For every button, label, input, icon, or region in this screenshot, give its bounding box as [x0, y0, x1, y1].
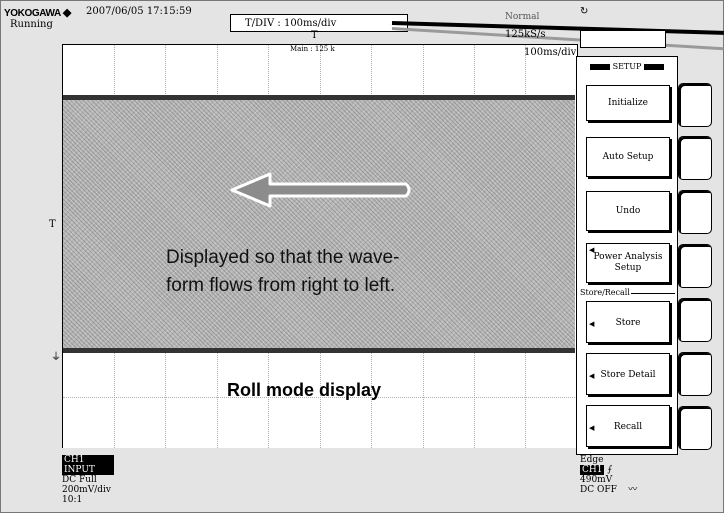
- rising-edge-icon: ⨍: [607, 465, 613, 475]
- power-analysis-setup-button[interactable]: ◀ Power Analysis Setup: [586, 243, 670, 283]
- store-recall-group-label: Store/Recall: [579, 288, 631, 297]
- trigger-type: Edge: [580, 455, 604, 465]
- trigger-level: 490mV: [580, 475, 613, 485]
- brand-diamond-icon: ◆: [62, 7, 71, 19]
- ground-marker-icon: ⏚: [51, 352, 61, 363]
- soft-key-7[interactable]: [678, 406, 712, 450]
- brand-logo: YOKOGAWA ◆: [4, 7, 71, 19]
- channel-coupling: DC Full: [62, 475, 97, 485]
- channel-scale: 200mV/div: [62, 485, 111, 495]
- soft-key-3[interactable]: [678, 190, 712, 234]
- soft-key-2[interactable]: [678, 136, 712, 180]
- rotary-knob-icon: ↻: [580, 6, 589, 17]
- soft-key-1[interactable]: [678, 83, 712, 127]
- date-time: 2007/06/05 17:15:59: [86, 6, 192, 17]
- store-detail-button[interactable]: ◀ Store Detail: [586, 353, 670, 395]
- flow-caption-line: form flows from right to left.: [166, 275, 396, 296]
- soft-key-6[interactable]: [678, 352, 712, 396]
- flow-caption-line: Displayed so that the wave-: [166, 247, 400, 268]
- knob-value-box[interactable]: [580, 30, 666, 48]
- trigger-source: CH1: [580, 465, 605, 475]
- channel-probe: 10:1: [62, 495, 83, 505]
- trigger-position-marker: T: [311, 30, 318, 41]
- acquisition-mode: Normal: [505, 12, 540, 22]
- submenu-arrow-icon: ◀: [589, 246, 595, 254]
- channel-info: CH1 INPUT DC Full 200mV/div 10:1: [62, 455, 114, 505]
- recall-button[interactable]: ◀ Recall: [586, 405, 670, 447]
- initialize-button[interactable]: Initialize: [586, 85, 670, 121]
- hf-reject: DC OFF: [580, 485, 617, 495]
- roll-mode-label: Roll mode display: [227, 380, 382, 400]
- undo-button[interactable]: Undo: [586, 191, 670, 231]
- store-button[interactable]: ◀ Store: [586, 301, 670, 343]
- tdiv-readout[interactable]: T/DIV : 100ms/div: [230, 14, 408, 32]
- time-div-label: 100ms/div: [524, 47, 577, 58]
- main-record-label: Main : 125 k: [290, 45, 335, 53]
- trigger-info: Edge CH1 ⨍ 490mV DC OFF 〰: [580, 455, 637, 495]
- setup-menu: SETUP Initialize Auto Setup Undo ◀ Power …: [576, 56, 678, 455]
- channel-title: CH1 INPUT: [62, 455, 114, 475]
- flow-caption: Displayed so that the wave- form flows f…: [166, 244, 399, 300]
- sample-rate: 125kS/s: [505, 29, 546, 40]
- noise-filter-icon: 〰: [628, 485, 638, 495]
- setup-menu-title: SETUP: [581, 61, 673, 73]
- run-status: Running: [10, 19, 53, 30]
- submenu-arrow-icon: ◀: [589, 372, 595, 380]
- trigger-level-marker: T: [49, 219, 56, 230]
- submenu-arrow-icon: ◀: [589, 424, 595, 432]
- soft-key-4[interactable]: [678, 244, 712, 288]
- soft-key-5[interactable]: [678, 298, 712, 342]
- left-arrow-icon: [230, 172, 411, 208]
- waveform-trace: [63, 95, 575, 353]
- submenu-arrow-icon: ◀: [589, 320, 595, 328]
- auto-setup-button[interactable]: Auto Setup: [586, 137, 670, 177]
